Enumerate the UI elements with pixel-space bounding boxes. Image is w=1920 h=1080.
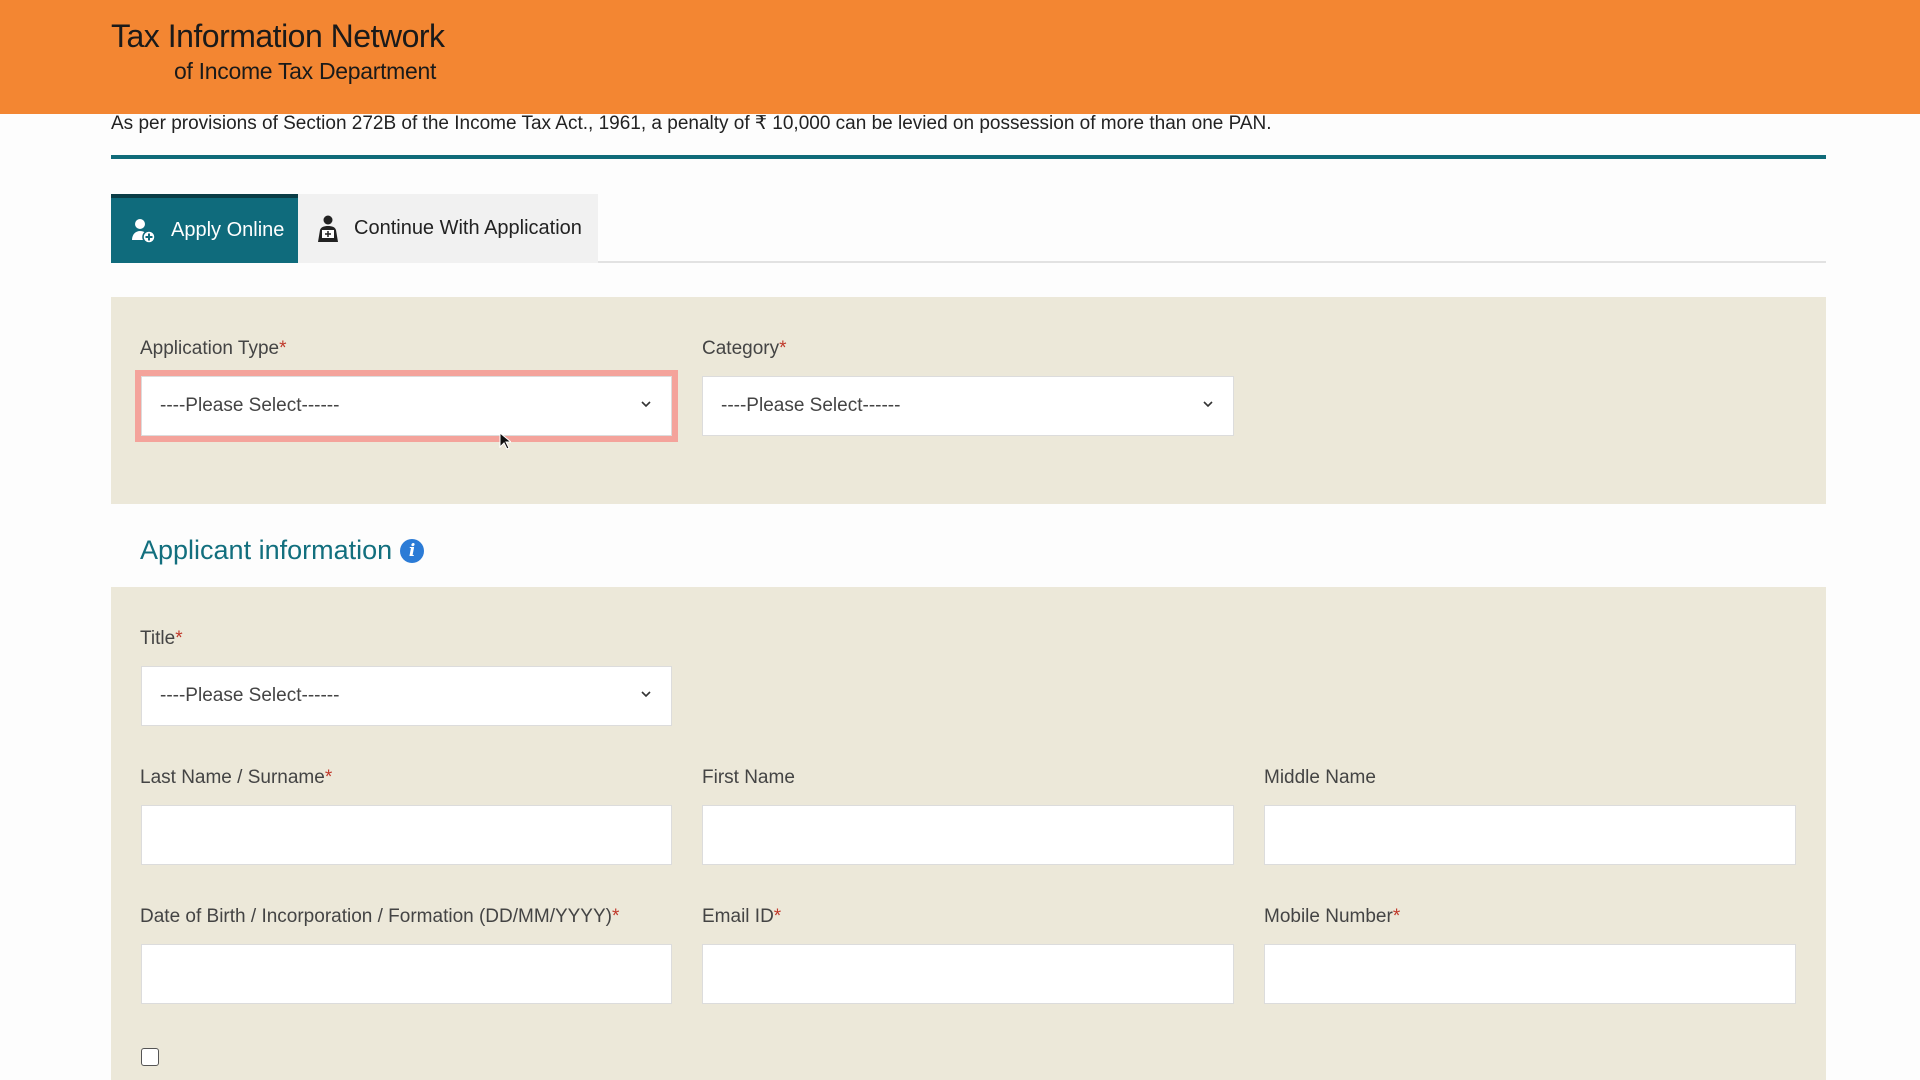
- first-name-label: First Name: [702, 767, 795, 788]
- tab-label: Continue With Application: [354, 217, 582, 239]
- category-label: Category*: [702, 338, 787, 359]
- email-input[interactable]: [702, 944, 1234, 1004]
- tab-underline: [598, 261, 1826, 263]
- middle-name-label: Middle Name: [1264, 767, 1376, 788]
- selected-value: ----Please Select------: [160, 685, 340, 706]
- tab-apply-online[interactable]: Apply Online: [111, 194, 298, 263]
- site-title: Tax Information Network: [111, 18, 445, 54]
- chevron-down-icon: [641, 401, 651, 408]
- mobile-label: Mobile Number*: [1264, 906, 1401, 927]
- site-subtitle: of Income Tax Department: [174, 58, 437, 84]
- user-form-icon: [318, 215, 338, 242]
- application-type-select[interactable]: ----Please Select------: [141, 376, 672, 436]
- middle-name-input[interactable]: [1264, 805, 1796, 865]
- site-header: Tax Information Network of Income Tax De…: [0, 0, 1920, 114]
- mouse-cursor-icon: [499, 432, 511, 450]
- title-select[interactable]: ----Please Select------: [141, 666, 672, 726]
- email-label: Email ID*: [702, 906, 782, 927]
- consent-checkbox[interactable]: [141, 1048, 159, 1066]
- last-name-input[interactable]: [141, 805, 672, 865]
- applicant-info-heading: Applicant information i: [140, 535, 425, 566]
- category-select[interactable]: ----Please Select------: [702, 376, 1234, 436]
- first-name-input[interactable]: [702, 805, 1234, 865]
- penalty-notice: As per provisions of Section 272B of the…: [111, 113, 1272, 134]
- chevron-down-icon: [1203, 401, 1213, 408]
- selected-value: ----Please Select------: [160, 395, 340, 416]
- last-name-label: Last Name / Surname*: [140, 767, 333, 788]
- mobile-input[interactable]: [1264, 944, 1796, 1004]
- section-title: Applicant information: [140, 535, 393, 565]
- divider: [111, 155, 1826, 159]
- tab-label: Apply Online: [171, 219, 285, 241]
- application-type-label: Application Type*: [140, 338, 287, 359]
- dob-label: Date of Birth / Incorporation / Formatio…: [140, 906, 620, 927]
- tab-bar: Apply Online Continue With Application: [111, 194, 598, 263]
- info-icon[interactable]: i: [400, 538, 425, 563]
- chevron-down-icon: [641, 691, 651, 698]
- dob-input[interactable]: [141, 944, 672, 1004]
- selected-value: ----Please Select------: [721, 395, 901, 416]
- user-plus-icon: [132, 218, 156, 244]
- tab-continue-application[interactable]: Continue With Application: [298, 194, 598, 263]
- title-label: Title*: [140, 628, 183, 649]
